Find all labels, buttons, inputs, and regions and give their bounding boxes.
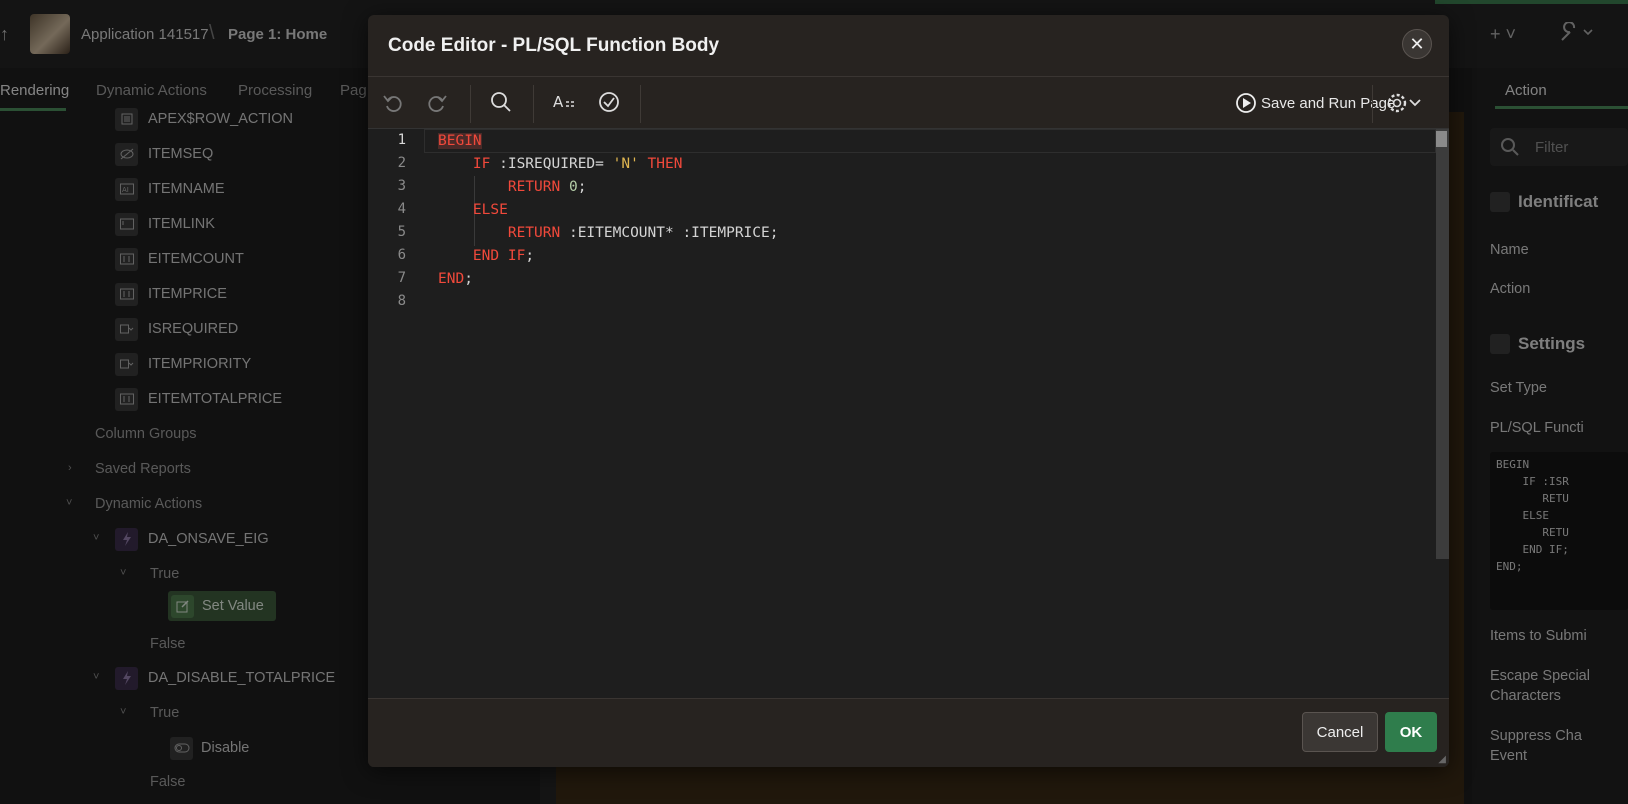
vertical-scrollbar[interactable] [1436,129,1449,559]
current-line-highlight [424,129,1436,153]
code-editor-dialog: Code Editor - PL/SQL Function Body ✕ A S… [368,15,1449,767]
search-icon [491,92,511,112]
line-number: 7 [397,270,406,286]
search-button[interactable] [486,87,516,117]
save-and-run-label: Save and Run Page [1261,94,1396,112]
play-circle-icon [1236,93,1256,113]
ok-button[interactable]: OK [1385,712,1437,752]
gear-icon [1387,93,1407,113]
code-text: :EITEMCOUNT* :ITEMPRICE; [560,225,779,241]
check-circle-icon [599,92,619,112]
dialog-title: Code Editor - PL/SQL Function Body [388,35,720,56]
redo-button[interactable] [422,87,452,117]
keyword: THEN [647,156,683,172]
code-line: END IF; [438,244,534,268]
editor-toolbar: A Save and Run Page [368,77,1449,129]
undo-icon [383,95,402,112]
code-text: ; [525,248,535,264]
scrollbar-thumb[interactable] [1436,131,1447,147]
line-number: 6 [397,247,406,263]
code-text: ; [577,179,587,195]
format-text-icon: A [553,93,574,111]
line-number: 2 [397,155,406,171]
string-literal: 'N' [612,156,639,172]
keyword: END [472,248,500,264]
keyword: END [438,271,465,287]
close-icon: ✕ [1409,33,1425,54]
redo-icon [428,95,447,112]
toolbar-separator [533,85,534,123]
keyword: RETURN [507,225,561,241]
keyword: IF [507,248,526,264]
line-number-gutter: 1 2 3 4 5 6 7 8 [368,129,424,699]
format-code-button[interactable]: A [550,87,580,117]
validate-button[interactable] [594,87,624,117]
code-line: END; [438,267,473,291]
code-line: RETURN 0; [438,175,587,199]
resize-handle-icon[interactable]: ◢ [1438,754,1446,765]
settings-menu-button[interactable] [1386,87,1422,119]
svg-text:A: A [553,93,564,111]
code-line: ELSE [438,198,508,222]
code-line: RETURN :EITEMCOUNT* :ITEMPRICE; [438,221,779,245]
number-literal: 0 [568,179,578,195]
undo-button[interactable] [378,87,408,117]
code-line: BEGIN [438,129,482,153]
line-number: 1 [397,132,406,148]
code-editor[interactable]: 1 2 3 4 5 6 7 8 BEGIN IF :ISREQUIRED= 'N… [368,128,1449,699]
code-text: :ISREQUIRED= [490,156,613,172]
toolbar-separator [470,85,471,123]
keyword: RETURN [507,179,561,195]
toolbar-separator [1372,85,1373,123]
line-number: 5 [397,224,406,240]
keyword: BEGIN [438,133,482,149]
keyword: ELSE [472,202,508,218]
line-number: 3 [397,178,406,194]
chevron-down-icon [1409,99,1421,107]
dialog-footer: Cancel OK ◢ [368,698,1449,767]
code-line: IF :ISREQUIRED= 'N' THEN [438,152,683,176]
toolbar-separator [640,85,641,123]
close-button[interactable]: ✕ [1402,29,1432,59]
code-text: ; [464,271,473,287]
keyword: IF [472,156,491,172]
line-number: 4 [397,201,406,217]
line-number: 8 [397,293,406,309]
cancel-button[interactable]: Cancel [1302,712,1378,752]
